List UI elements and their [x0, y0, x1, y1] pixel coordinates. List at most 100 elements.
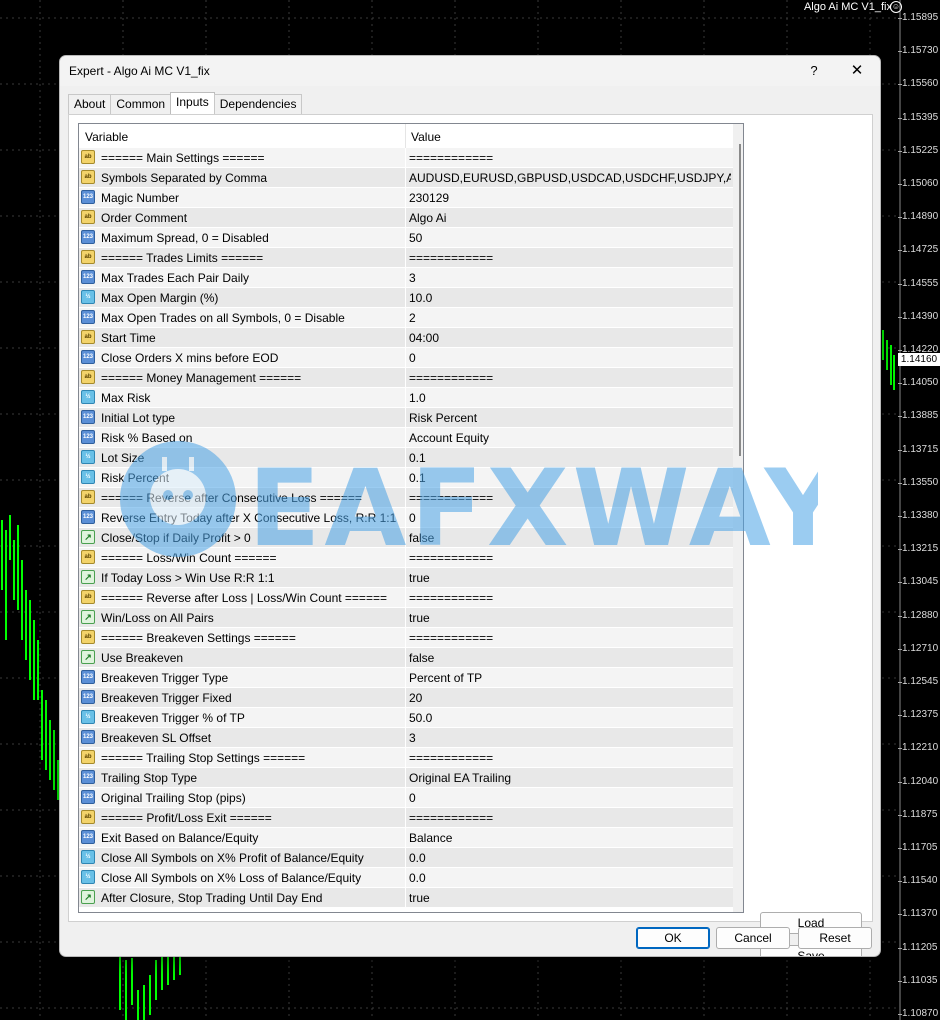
table-row[interactable]: ab Symbols Separated by Comma AUDUSD,EURUS…: [79, 168, 733, 188]
table-row[interactable]: 123 Close Orders X mins before EOD 0: [79, 348, 733, 368]
tab-inputs[interactable]: Inputs: [170, 92, 215, 114]
cancel-button[interactable]: Cancel: [716, 927, 790, 949]
variable-value[interactable]: ============: [409, 251, 731, 265]
variable-value[interactable]: 1.0: [409, 391, 731, 405]
variable-value[interactable]: ============: [409, 591, 731, 605]
price-tick-label: 1.15395: [898, 111, 939, 123]
table-row[interactable]: ↗ Win/Loss on All Pairs true: [79, 608, 733, 628]
table-row[interactable]: ab ====== Reverse after Loss | Loss/Win C…: [79, 588, 733, 608]
table-row[interactable]: 123 Trailing Stop Type Original EA Trailin…: [79, 768, 733, 788]
tab-about[interactable]: About: [68, 94, 112, 114]
table-row[interactable]: 123 Breakeven SL Offset 3: [79, 728, 733, 748]
table-row[interactable]: 123 Max Trades Each Pair Daily 3: [79, 268, 733, 288]
variable-value[interactable]: ============: [409, 631, 731, 645]
variable-value[interactable]: ============: [409, 811, 731, 825]
double-icon: ½: [81, 390, 95, 404]
table-row[interactable]: ½ Breakeven Trigger % of TP 50.0: [79, 708, 733, 728]
table-row[interactable]: ½ Close All Symbols on X% Profit of Balan…: [79, 848, 733, 868]
variable-value[interactable]: 3: [409, 271, 731, 285]
variable-value[interactable]: ============: [409, 151, 731, 165]
table-row[interactable]: ab Start Time 04:00: [79, 328, 733, 348]
column-header-value[interactable]: Value: [411, 130, 441, 144]
variable-value[interactable]: AUDUSD,EURUSD,GBPUSD,USDCAD,USDCHF,USDJP…: [409, 171, 731, 185]
table-row[interactable]: ½ Max Risk 1.0: [79, 388, 733, 408]
table-row[interactable]: 123 Maximum Spread, 0 = Disabled 50: [79, 228, 733, 248]
ok-button[interactable]: OK: [636, 927, 710, 949]
variable-value[interactable]: false: [409, 531, 731, 545]
tab-common[interactable]: Common: [110, 94, 172, 114]
variable-value[interactable]: 0.1: [409, 471, 731, 485]
variable-value[interactable]: true: [409, 571, 731, 585]
column-header-variable[interactable]: Variable: [85, 130, 128, 144]
table-row[interactable]: ½ Close All Symbols on X% Loss of Balance…: [79, 868, 733, 888]
reset-button[interactable]: Reset: [798, 927, 872, 949]
variable-value[interactable]: 50.0: [409, 711, 731, 725]
table-row[interactable]: 123 Breakeven Trigger Fixed 20: [79, 688, 733, 708]
variable-value[interactable]: ============: [409, 751, 731, 765]
variable-value[interactable]: 0: [409, 791, 731, 805]
table-row[interactable]: ab ====== Main Settings ====== ===========…: [79, 148, 733, 168]
table-row[interactable]: ab ====== Money Management ====== ========…: [79, 368, 733, 388]
table-row[interactable]: 123 Initial Lot type Risk Percent: [79, 408, 733, 428]
cell-divider: [405, 888, 406, 908]
variable-value[interactable]: 0.0: [409, 851, 731, 865]
variable-value[interactable]: true: [409, 611, 731, 625]
table-row[interactable]: 123 Magic Number 230129: [79, 188, 733, 208]
variable-value[interactable]: Original EA Trailing: [409, 771, 731, 785]
table-row[interactable]: ½ Lot Size 0.1: [79, 448, 733, 468]
table-row[interactable]: ab ====== Breakeven Settings ====== ======…: [79, 628, 733, 648]
table-row[interactable]: 123 Max Open Trades on all Symbols, 0 = D…: [79, 308, 733, 328]
grid-rows: ab ====== Main Settings ====== ===========…: [79, 148, 733, 908]
variable-value[interactable]: 230129: [409, 191, 731, 205]
variable-value[interactable]: 0: [409, 351, 731, 365]
table-row[interactable]: 123 Reverse Entry Today after X Consecuti…: [79, 508, 733, 528]
variable-value[interactable]: 0.0: [409, 871, 731, 885]
tab-dependencies[interactable]: Dependencies: [213, 94, 303, 114]
variable-value[interactable]: 10.0: [409, 291, 731, 305]
variable-value[interactable]: Balance: [409, 831, 731, 845]
variable-value[interactable]: false: [409, 651, 731, 665]
string-icon: ab: [81, 170, 95, 184]
table-row[interactable]: ↗ Close/Stop if Daily Profit > 0 false: [79, 528, 733, 548]
table-row[interactable]: ab ====== Reverse after Consecutive Loss …: [79, 488, 733, 508]
variable-name: Symbols Separated by Comma: [101, 171, 268, 185]
table-row[interactable]: ↗ Use Breakeven false: [79, 648, 733, 668]
variable-value[interactable]: 04:00: [409, 331, 731, 345]
table-row[interactable]: ↗ After Closure, Stop Trading Until Day E…: [79, 888, 733, 908]
table-row[interactable]: ↗ If Today Loss > Win Use R:R 1:1 true: [79, 568, 733, 588]
table-row[interactable]: ½ Max Open Margin (%) 10.0: [79, 288, 733, 308]
table-row[interactable]: ab ====== Trailing Stop Settings ====== ==…: [79, 748, 733, 768]
variable-value[interactable]: Percent of TP: [409, 671, 731, 685]
boolean-icon: ↗: [81, 890, 95, 904]
variable-value[interactable]: true: [409, 891, 731, 905]
variable-value[interactable]: ============: [409, 491, 731, 505]
variable-value[interactable]: Risk Percent: [409, 411, 731, 425]
variable-value[interactable]: 2: [409, 311, 731, 325]
table-row[interactable]: 123 Original Trailing Stop (pips) 0: [79, 788, 733, 808]
variable-value[interactable]: ============: [409, 371, 731, 385]
variable-value[interactable]: 0: [409, 511, 731, 525]
table-row[interactable]: ½ Risk Percent 0.1: [79, 468, 733, 488]
table-row[interactable]: 123 Exit Based on Balance/Equity Balance: [79, 828, 733, 848]
table-row[interactable]: 123 Breakeven Trigger Type Percent of TP: [79, 668, 733, 688]
table-row[interactable]: ab ====== Profit/Loss Exit ====== ========…: [79, 808, 733, 828]
variable-value[interactable]: 20: [409, 691, 731, 705]
table-row[interactable]: ab ====== Loss/Win Count ====== ==========…: [79, 548, 733, 568]
variable-value[interactable]: ============: [409, 551, 731, 565]
variable-name: Lot Size: [101, 451, 145, 465]
variable-value[interactable]: 0.1: [409, 451, 731, 465]
dialog-titlebar[interactable]: Expert - Algo Ai MC V1_fix ? ✕: [60, 56, 880, 86]
table-row[interactable]: ab Order Comment Algo Ai: [79, 208, 733, 228]
variable-value[interactable]: 3: [409, 731, 731, 745]
variable-value[interactable]: 50: [409, 231, 731, 245]
cell-divider: [405, 488, 406, 508]
variable-value[interactable]: Algo Ai: [409, 211, 731, 225]
variable-value[interactable]: Account Equity: [409, 431, 731, 445]
column-divider[interactable]: [405, 124, 406, 148]
table-row[interactable]: ab ====== Trades Limits ====== ===========…: [79, 248, 733, 268]
vertical-scrollbar[interactable]: [733, 124, 743, 912]
scrollbar-thumb[interactable]: [739, 144, 741, 456]
table-row[interactable]: 123 Risk % Based on Account Equity: [79, 428, 733, 448]
help-button[interactable]: ?: [804, 60, 824, 82]
close-button[interactable]: ✕: [846, 59, 868, 83]
